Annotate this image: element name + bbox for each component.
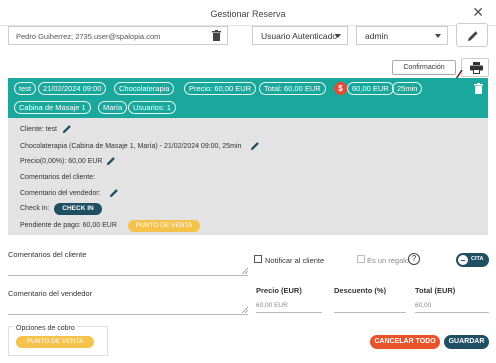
help-icon[interactable]: ? xyxy=(408,253,420,265)
detail-service: Chocolaterapia (Cabina de Masaje 1, Marí… xyxy=(20,143,242,150)
chip-duration: 25min xyxy=(392,82,423,95)
edit-user-button[interactable] xyxy=(456,23,488,47)
price-value[interactable]: 60,00 EUR xyxy=(256,302,288,309)
detail-price: Precio(0,00%): 60,00 EUR xyxy=(20,158,103,165)
chip-staff: María xyxy=(98,101,128,114)
total-field-line xyxy=(415,312,489,313)
notify-client-checkbox[interactable] xyxy=(254,255,262,263)
pencil-icon[interactable] xyxy=(109,188,119,198)
minus-icon xyxy=(458,255,468,265)
gift-label: Es un regalo xyxy=(367,256,410,265)
detail-pending: Pendiente de pago: 60,00 EUR xyxy=(20,222,117,229)
resize-handle-icon[interactable] xyxy=(242,268,248,274)
gift-checkbox[interactable] xyxy=(357,255,365,263)
appointment-toggle[interactable]: CITA xyxy=(456,253,489,267)
client-comments-label: Comentarios del cliente xyxy=(8,250,87,259)
check-in-button[interactable]: CHECK IN xyxy=(54,203,102,215)
chip-cabin: Cabina de Masaje 1 xyxy=(14,101,91,114)
modal-title: Gestionar Reserva xyxy=(210,9,286,19)
appointment-toggle-label: CITA xyxy=(471,256,484,262)
modal-header: Gestionar Reserva ✕ xyxy=(0,0,496,26)
role-select-value: admin xyxy=(365,31,389,41)
cancel-all-button[interactable]: CANCELAR TODO xyxy=(370,335,440,349)
auth-user-select[interactable]: Usuario Autenticado xyxy=(252,26,348,45)
chip-paid: 60,00 EUR xyxy=(347,82,394,95)
seller-comment-field[interactable] xyxy=(8,314,248,315)
chevron-down-icon xyxy=(335,34,341,38)
pencil-icon[interactable] xyxy=(106,156,116,166)
detail-client-comments: Comentarios del cliente: xyxy=(20,174,96,181)
pos-button-small[interactable]: PUNTO DE VENTA xyxy=(128,220,200,232)
chip-price: Precio: 60,00 EUR xyxy=(184,82,257,95)
payment-options-label: Opciones de cobro xyxy=(14,325,77,332)
discount-field[interactable] xyxy=(334,312,406,313)
notify-client-label: Notificar al cliente xyxy=(265,256,325,265)
chip-users: Usuarios: 1 xyxy=(128,101,176,114)
resize-handle-icon[interactable] xyxy=(242,307,248,313)
role-select[interactable]: admin xyxy=(356,26,448,45)
pos-button[interactable]: PUNTO DE VENTA xyxy=(16,336,94,348)
user-field[interactable]: Pedro Guiherrez; 2735.user@spalopia.com xyxy=(8,26,228,45)
price-field-line xyxy=(256,312,322,313)
detail-seller-comments: Comentario del vendedor: xyxy=(20,190,101,197)
user-value: Pedro Guiherrez; 2735.user@spalopia.com xyxy=(16,32,161,41)
pencil-icon xyxy=(468,31,478,41)
total-value[interactable]: 60,00 xyxy=(415,302,431,309)
trash-icon[interactable] xyxy=(474,83,483,96)
close-icon[interactable]: ✕ xyxy=(472,5,484,19)
printer-icon xyxy=(470,62,483,74)
detail-checkin-label: Check in: xyxy=(20,205,50,212)
detail-client: Cliente: test xyxy=(20,126,57,133)
dollar-icon[interactable]: $ xyxy=(334,82,347,95)
total-label: Total (EUR) xyxy=(415,286,456,295)
pencil-icon[interactable] xyxy=(250,141,260,151)
chip-client: test xyxy=(14,82,37,95)
discount-label: Descuento (%) xyxy=(334,286,387,295)
client-comments-field[interactable] xyxy=(8,275,248,276)
chip-total: Total: 60,00 EUR xyxy=(259,82,326,95)
price-label: Precio (EUR) xyxy=(256,286,302,295)
save-button[interactable]: GUARDAR xyxy=(444,335,489,349)
auth-user-select-value: Usuario Autenticado xyxy=(261,31,338,41)
chip-service: Chocolaterapia xyxy=(114,82,175,95)
seller-comment-label: Comentario del vendedor xyxy=(8,289,93,298)
print-button[interactable] xyxy=(461,58,489,77)
chevron-down-icon xyxy=(435,34,441,38)
pencil-icon[interactable] xyxy=(62,124,72,134)
chip-date: 21/02/2024 09:00 xyxy=(38,82,107,95)
trash-icon[interactable] xyxy=(212,30,221,43)
